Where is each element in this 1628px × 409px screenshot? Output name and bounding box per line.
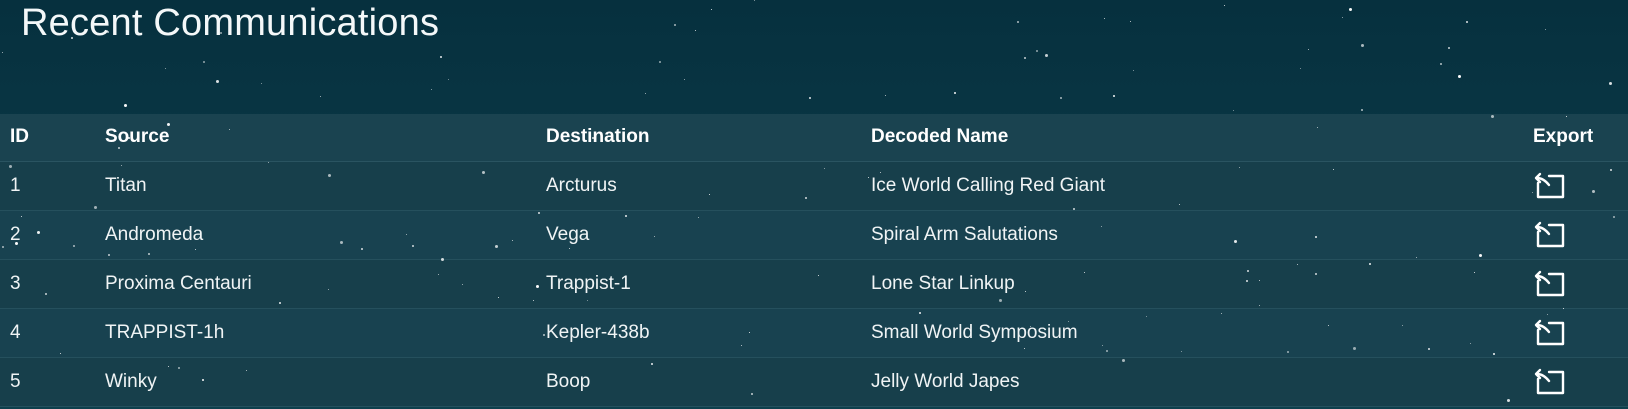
cell-decoded-name: Lone Star Linkup (861, 259, 1523, 309)
star (1113, 95, 1115, 97)
export-icon (1534, 221, 1565, 247)
cell-destination: Trappist-1 (536, 259, 861, 309)
cell-decoded-name: Small World Symposium (861, 308, 1523, 358)
star (1024, 57, 1026, 59)
star (1609, 82, 1612, 85)
star (1440, 63, 1442, 65)
table-row: 4 TRAPPIST-1h Kepler-438b Small World Sy… (0, 308, 1628, 358)
column-header-export: Export (1523, 114, 1628, 162)
table-row: 1 Titan Arcturus Ice World Calling Red G… (0, 161, 1628, 211)
column-header-decoded-name: Decoded Name (861, 114, 1523, 162)
table-header: ID Source Destination Decoded Name Expor… (0, 114, 1628, 162)
star (1224, 5, 1225, 6)
export-button[interactable] (1533, 317, 1567, 347)
cell-destination: Kepler-438b (536, 308, 861, 358)
star (124, 104, 127, 107)
cell-source: TRAPPIST-1h (95, 308, 536, 358)
star (695, 30, 696, 31)
export-button[interactable] (1533, 219, 1567, 249)
star (1045, 54, 1048, 57)
column-header-source: Source (95, 114, 536, 162)
star (1361, 109, 1363, 111)
star (431, 89, 432, 90)
star (165, 68, 166, 69)
cell-export (1523, 210, 1628, 260)
star (754, 0, 755, 1)
cell-source: Andromeda (95, 210, 536, 260)
cell-destination: Vega (536, 210, 861, 260)
cell-source: Winky (95, 357, 536, 407)
star (711, 9, 712, 10)
export-icon (1534, 319, 1565, 345)
star (1233, 110, 1234, 111)
cell-export (1523, 357, 1628, 407)
star (1130, 21, 1131, 22)
star (2, 52, 3, 53)
star (1133, 70, 1134, 71)
export-icon (1534, 270, 1565, 296)
star (1349, 8, 1352, 11)
star (1060, 97, 1062, 99)
star (1342, 17, 1343, 18)
cell-source: Proxima Centauri (95, 259, 536, 309)
star (1104, 18, 1105, 19)
export-icon (1534, 172, 1565, 198)
cell-decoded-name: Ice World Calling Red Giant (861, 161, 1523, 211)
star (1017, 21, 1019, 23)
cell-id: 5 (0, 357, 95, 407)
table-body: 1 Titan Arcturus Ice World Calling Red G… (0, 161, 1628, 407)
star (1448, 47, 1450, 49)
star (1300, 68, 1301, 69)
star (674, 24, 676, 26)
cell-id: 2 (0, 210, 95, 260)
table-row: 2 Andromeda Vega Spiral Arm Salutations (0, 210, 1628, 260)
star (1545, 29, 1546, 30)
star (1458, 75, 1461, 78)
cell-id: 3 (0, 259, 95, 309)
star (684, 79, 685, 80)
export-button[interactable] (1533, 366, 1567, 396)
export-button[interactable] (1533, 268, 1567, 298)
cell-source: Titan (95, 161, 536, 211)
star (261, 83, 262, 84)
cell-export (1523, 161, 1628, 211)
cell-destination: Arcturus (536, 161, 861, 211)
cell-export (1523, 259, 1628, 309)
star (1036, 50, 1038, 52)
star (203, 61, 205, 63)
star (954, 92, 956, 94)
star (1361, 44, 1364, 47)
page-title: Recent Communications (21, 2, 440, 44)
cell-decoded-name: Jelly World Japes (861, 357, 1523, 407)
cell-export (1523, 308, 1628, 358)
star (659, 61, 661, 63)
column-header-destination: Destination (536, 114, 861, 162)
cell-destination: Boop (536, 357, 861, 407)
table-row: 5 Winky Boop Jelly World Japes (0, 357, 1628, 407)
star (440, 56, 442, 58)
header-row: ID Source Destination Decoded Name Expor… (0, 114, 1628, 162)
export-button[interactable] (1533, 170, 1567, 200)
star (645, 93, 646, 94)
star (1308, 49, 1309, 50)
star (1466, 21, 1468, 23)
star (448, 79, 449, 80)
star (885, 95, 886, 96)
table-row: 3 Proxima Centauri Trappist-1 Lone Star … (0, 259, 1628, 309)
cell-id: 1 (0, 161, 95, 211)
column-header-id: ID (0, 114, 95, 162)
cell-id: 4 (0, 308, 95, 358)
export-icon (1534, 368, 1565, 394)
star (809, 97, 811, 99)
cell-decoded-name: Spiral Arm Salutations (861, 210, 1523, 260)
star (216, 80, 219, 83)
communications-table: ID Source Destination Decoded Name Expor… (0, 114, 1628, 407)
star (320, 96, 321, 97)
communications-table-container: ID Source Destination Decoded Name Expor… (0, 114, 1628, 407)
